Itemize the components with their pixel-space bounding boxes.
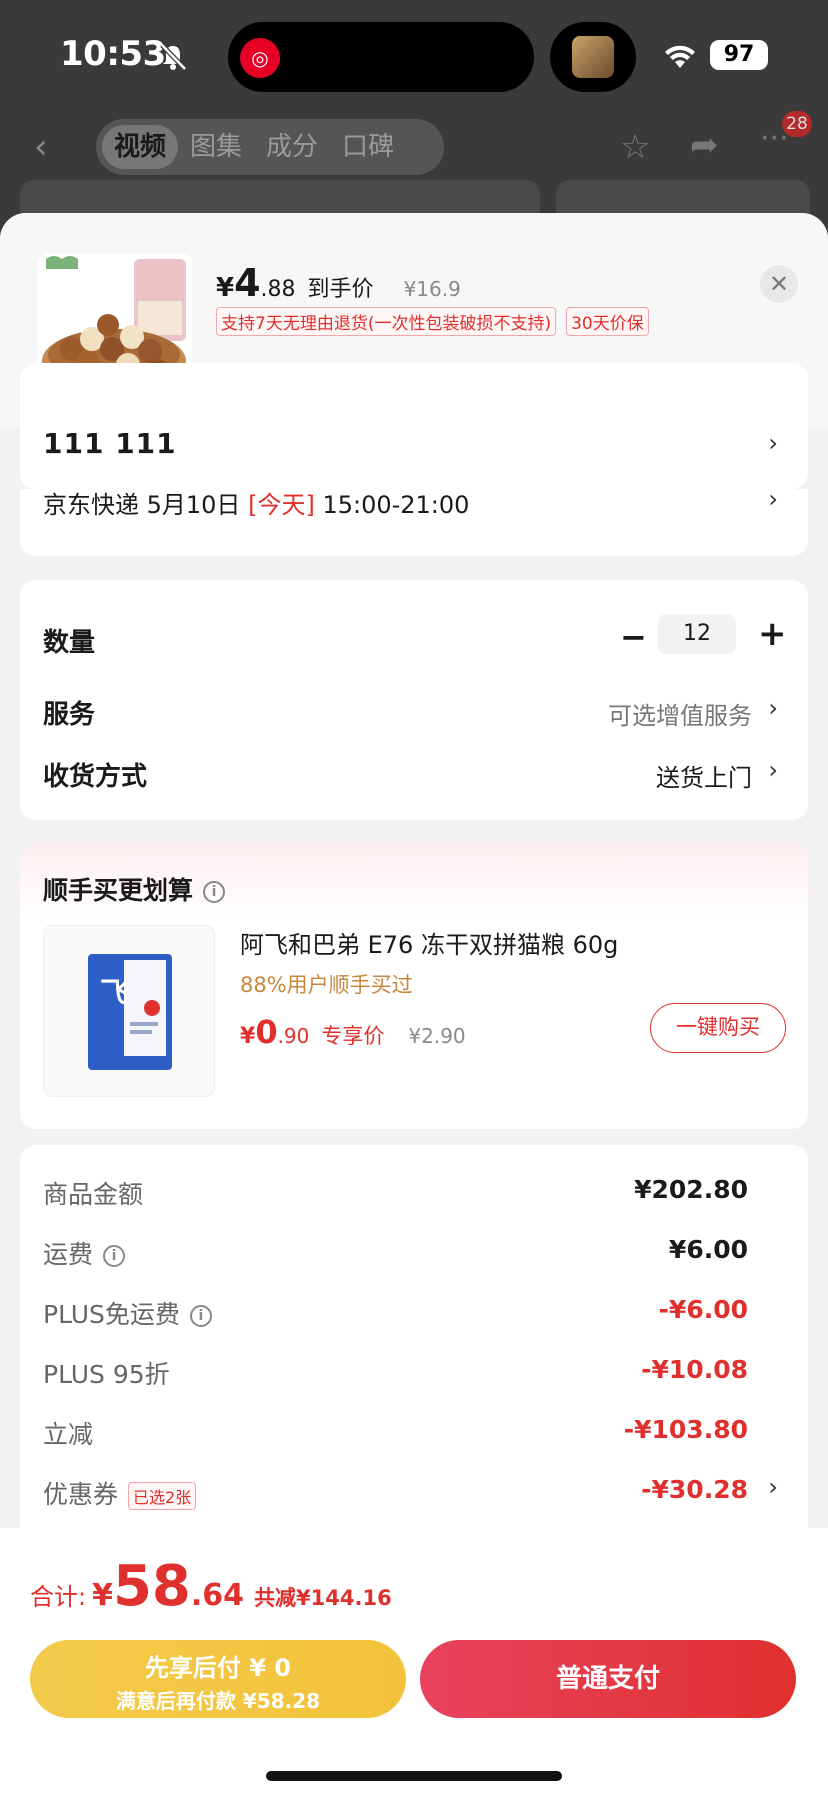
- cost-card: 商品金额 ¥202.80 运费 i ¥6.00 PLUS免运费 i -¥6.00 P…: [20, 1145, 808, 1545]
- minus-icon[interactable]: −: [620, 618, 647, 656]
- plus-icon[interactable]: +: [758, 614, 787, 654]
- price-line: ¥ 4 .88 到手价 ¥16.9: [216, 261, 461, 305]
- total-symbol: ¥: [92, 1578, 113, 1613]
- info-icon[interactable]: i: [203, 881, 226, 903]
- cost-value: ¥6.00: [668, 1235, 748, 1264]
- content-tabs: 视频 图集 成分 口碑: [96, 119, 444, 175]
- receive-method-label: 收货方式: [43, 762, 148, 792]
- delivery-today: [今天]: [248, 491, 315, 519]
- close-icon[interactable]: ✕: [760, 265, 798, 303]
- cost-label: 运费 i: [43, 1235, 126, 1271]
- recommend-product-image[interactable]: 飞: [43, 925, 215, 1097]
- message-badge: 28: [782, 111, 812, 137]
- price-symbol: ¥: [216, 273, 235, 303]
- chevron-right-icon: ›: [768, 694, 778, 722]
- pay-later-button[interactable]: 先享后付 ¥ 0 满意后再付款 ¥58.28: [30, 1640, 406, 1718]
- bottom-bar: 合计: ¥ 58 .64 共减¥144.16 先享后付 ¥ 0 满意后再付款 ¥…: [0, 1528, 828, 1795]
- service-label: 服务: [43, 700, 96, 730]
- recommend-stat: 88%用户顺手买过: [240, 973, 413, 997]
- receive-method-value[interactable]: 送货上门: [656, 758, 752, 793]
- share-icon[interactable]: ➦: [690, 125, 719, 165]
- cost-value: -¥30.28: [641, 1475, 748, 1504]
- return-policy-tag: 支持7天无理由退货(一次性包装破损不支持): [216, 307, 557, 336]
- normal-pay-button[interactable]: 普通支付: [420, 1640, 796, 1718]
- cat-food-image: 飞: [88, 954, 172, 1070]
- battery-indicator: 97: [710, 40, 768, 70]
- cost-value: ¥202.80: [634, 1175, 748, 1204]
- service-tags: 支持7天无理由退货(一次性包装破损不支持) 30天价保: [216, 307, 649, 336]
- delivery-time: 15:00-21:00: [314, 491, 470, 519]
- dynamic-island[interactable]: ◎: [228, 22, 534, 92]
- chevron-right-icon: ›: [768, 429, 778, 457]
- total-row: 合计: ¥ 58 .64 共减¥144.16: [30, 1554, 392, 1619]
- star-icon[interactable]: ☆: [620, 127, 650, 167]
- quantity-label: 数量: [43, 628, 96, 658]
- cost-label-text: 优惠券: [43, 1480, 119, 1509]
- activity-thumbnail: [572, 36, 614, 78]
- info-icon[interactable]: i: [103, 1245, 126, 1267]
- recommend-price-integer: 0: [255, 1013, 278, 1051]
- cost-value: -¥10.08: [641, 1355, 748, 1384]
- recommend-product-name[interactable]: 阿飞和巴弟 E76 冻干双拼猫粮 60g: [240, 925, 618, 960]
- cost-value: -¥103.80: [623, 1415, 748, 1444]
- recommend-price-label: 专享价: [321, 1024, 385, 1048]
- recommend-original-price: ¥2.90: [408, 1024, 466, 1048]
- recommend-price-symbol: ¥: [240, 1024, 256, 1049]
- coupon-row[interactable]: 优惠券 已选2张: [43, 1475, 197, 1511]
- chevron-right-icon: ›: [768, 756, 778, 784]
- price-decimal: .88: [260, 277, 296, 302]
- background-page: 10:53 ◎ 97 ‹ 视频 图集 成分 口碑 ☆ ➦ ··· 28: [0, 0, 828, 240]
- cost-label: PLUS免运费 i: [43, 1295, 212, 1331]
- price-label: 到手价: [307, 277, 374, 302]
- price-integer: 4: [234, 261, 261, 305]
- recommend-card: 顺手买更划算 i 飞 阿飞和巴弟 E76 冻干双拼猫粮 60g 88%用户顺手买过…: [20, 843, 808, 1129]
- recommend-price: ¥ 0 .90 专享价 ¥2.90: [240, 1013, 466, 1051]
- total-label: 合计:: [30, 1583, 87, 1611]
- pay-later-line2: 满意后再付款 ¥58.28: [115, 1689, 321, 1713]
- recommend-title-text: 顺手买更划算: [43, 876, 194, 905]
- cost-label: 商品金额: [43, 1180, 144, 1209]
- delivery-row[interactable]: 京东快递 5月10日 [今天] 15:00-21:00 ›: [20, 485, 808, 556]
- status-time: 10:53: [60, 34, 166, 74]
- info-icon[interactable]: i: [189, 1305, 212, 1327]
- tab-gallery[interactable]: 图集: [178, 125, 254, 169]
- cost-label: 立减: [43, 1420, 94, 1449]
- netease-music-icon: ◎: [240, 38, 280, 78]
- chevron-right-icon: ›: [768, 485, 778, 513]
- original-price: ¥16.9: [403, 277, 461, 301]
- delivery-info-visible: 京东快递 5月10日 [今天] 15:00-21:00: [43, 485, 469, 520]
- one-click-buy-button[interactable]: 一键购买: [650, 1003, 786, 1053]
- cost-value: -¥6.00: [658, 1295, 748, 1324]
- total-integer: 58: [112, 1554, 191, 1619]
- total-decimal: .64: [190, 1578, 245, 1613]
- svg-text:飞: 飞: [100, 976, 128, 1009]
- total-saving: 共减¥144.16: [254, 1586, 392, 1610]
- coupon-selected-tag: 已选2张: [128, 1482, 197, 1510]
- delivery-prefix: 京东快递 5月10日: [43, 491, 249, 519]
- wifi-icon: [665, 45, 695, 68]
- recommend-price-decimal: .90: [277, 1024, 310, 1048]
- tab-reviews[interactable]: 口碑: [330, 125, 406, 169]
- back-icon[interactable]: ‹: [34, 127, 48, 167]
- service-value[interactable]: 可选增值服务: [608, 696, 752, 731]
- address-card-body: 111 111 ›: [20, 427, 808, 489]
- chevron-right-icon: ›: [768, 1473, 778, 1501]
- recommend-title: 顺手买更划算 i: [43, 871, 226, 907]
- tab-video[interactable]: 视频: [102, 125, 179, 169]
- cost-label: PLUS 95折: [43, 1360, 170, 1389]
- price-protect-tag: 30天价保: [566, 307, 649, 336]
- cost-label-text: 运费: [43, 1240, 94, 1269]
- cost-label-text: PLUS免运费: [43, 1300, 180, 1329]
- bell-muted-icon: [160, 43, 187, 71]
- tab-ingredients[interactable]: 成分: [254, 125, 330, 169]
- pay-later-line1: 先享后付 ¥ 0: [144, 1654, 292, 1682]
- status-bar: 10:53 ◎ 97: [0, 0, 828, 110]
- options-card: 数量 − 12 + 服务 可选增值服务 › 收货方式 送货上门 ›: [20, 580, 808, 820]
- quantity-input[interactable]: 12: [658, 614, 736, 654]
- receiver-name-visible: 111 111: [43, 427, 177, 460]
- product-nav: ‹ 视频 图集 成分 口碑 ☆ ➦ ··· 28: [0, 111, 828, 175]
- home-indicator[interactable]: [266, 1771, 562, 1781]
- dynamic-island-activity[interactable]: [550, 22, 636, 92]
